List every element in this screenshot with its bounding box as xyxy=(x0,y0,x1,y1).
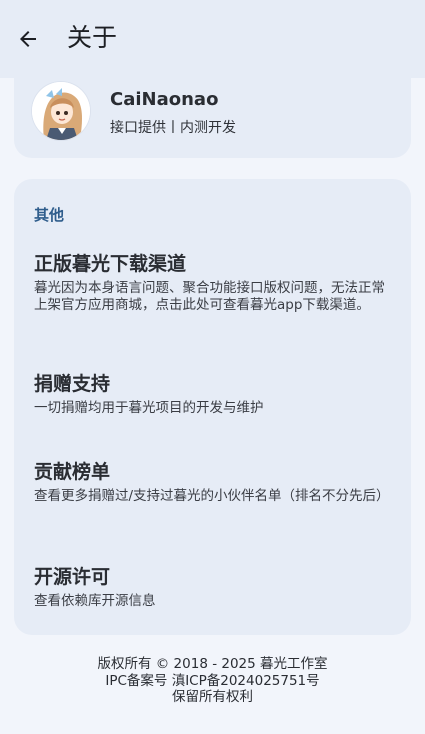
list-item-donate[interactable]: 捐赠支持 一切捐赠均用于暮光项目的开发与维护 xyxy=(14,371,411,417)
rights-text: 保留所有权利 xyxy=(172,689,253,705)
profile-name: CaiNaonao xyxy=(110,89,219,110)
item-description: 暮光因为本身语言问题、聚合功能接口版权问题，无法正常上架官方应用商城，点击此处可… xyxy=(34,280,385,313)
item-description: 查看依赖库开源信息 xyxy=(34,593,156,609)
item-description: 一切捐赠均用于暮光项目的开发与维护 xyxy=(34,400,264,416)
item-title: 捐赠支持 xyxy=(34,373,111,395)
item-title: 正版暮光下载渠道 xyxy=(34,253,187,275)
list-item-contributors[interactable]: 贡献榜单 查看更多捐赠过/支持过暮光的小伙伴名单（排名不分先后） xyxy=(14,459,411,505)
list-item-open-source-license[interactable]: 开源许可 查看依赖库开源信息 xyxy=(14,564,411,610)
profile-subtitle: 接口提供丨内测开发 xyxy=(110,120,236,136)
list-item-official-download[interactable]: 正版暮光下载渠道 暮光因为本身语言问题、聚合功能接口版权问题，无法正常上架官方应… xyxy=(14,251,411,314)
page-title: 关于 xyxy=(67,23,118,52)
section-title: 其他 xyxy=(34,206,65,224)
arrow-left-icon xyxy=(20,31,36,47)
developer-card[interactable]: CaiNaonao 接口提供丨内测开发 xyxy=(14,70,411,158)
item-description: 查看更多捐赠过/支持过暮光的小伙伴名单（排名不分先后） xyxy=(34,488,390,504)
copyright-text: 版权所有 © 2018 - 2025 暮光工作室 xyxy=(97,656,328,672)
avatar xyxy=(32,82,90,140)
anime-girl-avatar-icon xyxy=(32,82,90,140)
back-button[interactable] xyxy=(6,17,50,61)
item-title: 贡献榜单 xyxy=(34,461,111,483)
icp-record-text[interactable]: IPC备案号 滇ICP备2024025751号 xyxy=(0,673,425,690)
other-section-card: 其他 正版暮光下载渠道 暮光因为本身语言问题、聚合功能接口版权问题，无法正常上架… xyxy=(14,179,411,635)
item-title: 开源许可 xyxy=(34,566,111,588)
app-bar: 关于 xyxy=(0,0,425,78)
footer: 版权所有 © 2018 - 2025 暮光工作室 IPC备案号 滇ICP备202… xyxy=(0,656,425,706)
